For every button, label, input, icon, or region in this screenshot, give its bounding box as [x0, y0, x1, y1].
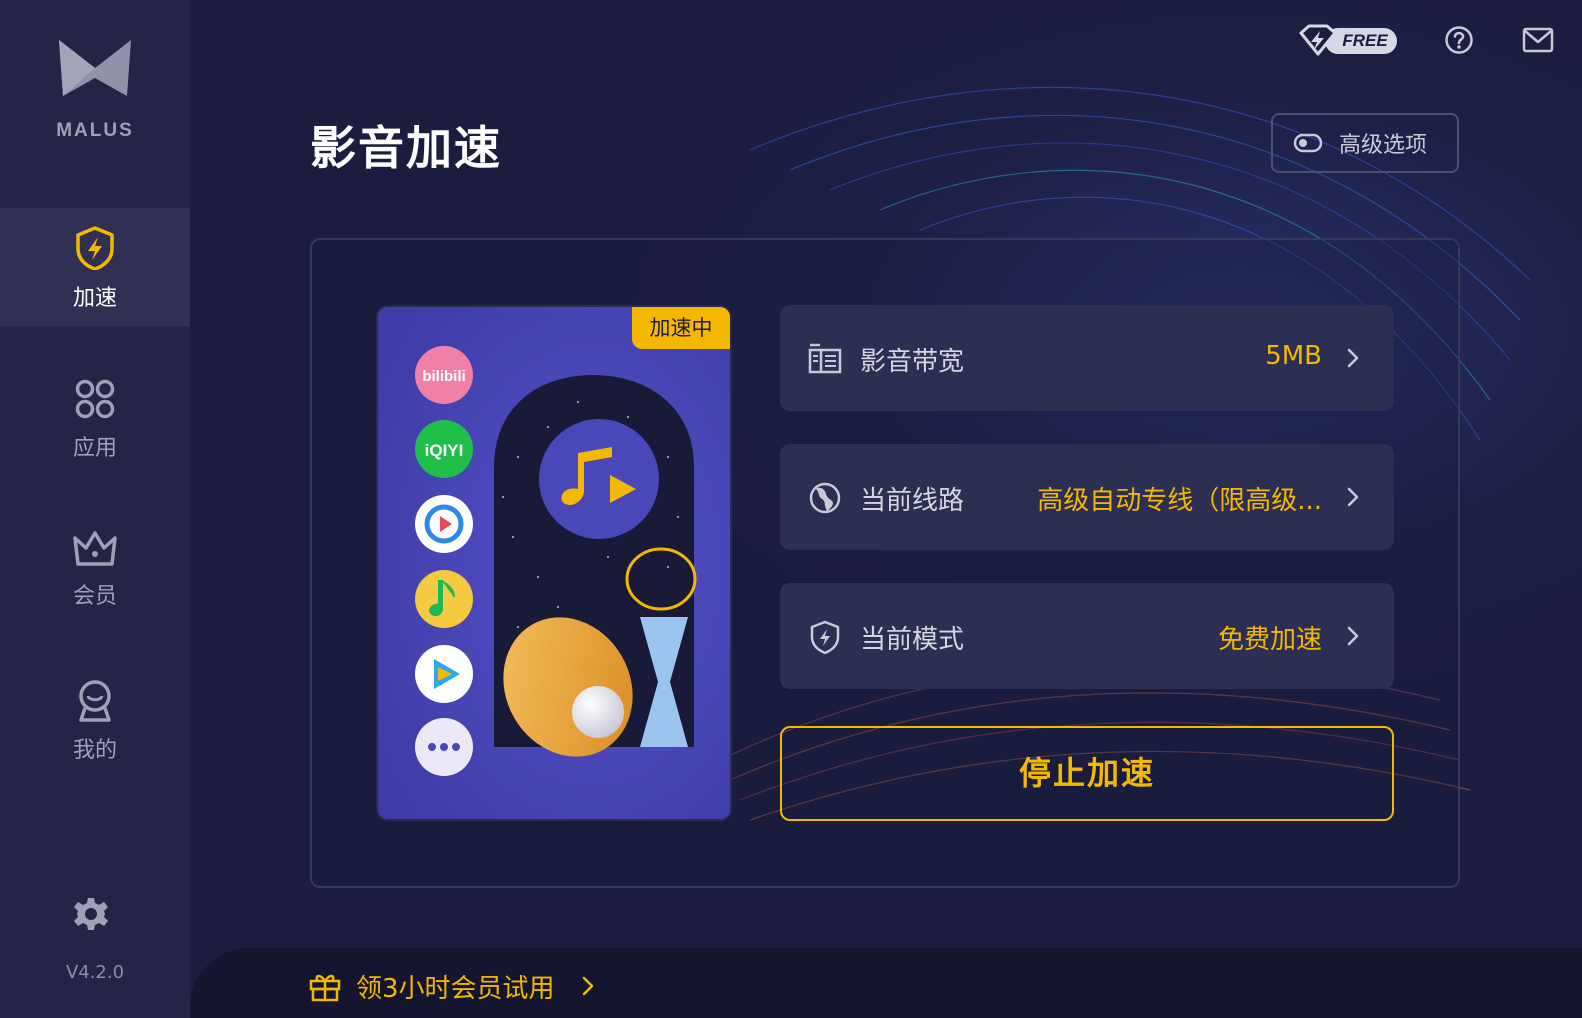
sidebar-item-label: 应用: [72, 436, 117, 461]
main-content: 影音加速 FREE 高级选项 加速中 bilibili iQIYI 影音带宽 5…: [190, 0, 1582, 1018]
sidebar-item-profile[interactable]: 我的: [0, 660, 190, 778]
globe-icon: [809, 482, 841, 514]
sidebar-item-apps[interactable]: 应用: [0, 360, 190, 478]
member-trial-link[interactable]: 领3小时会员试用: [308, 966, 595, 1006]
bilibili-icon: bilibili: [415, 346, 473, 404]
chevron-right-icon: [1347, 487, 1359, 507]
free-plan-badge[interactable]: FREE: [1297, 24, 1399, 56]
more-apps-icon: [415, 718, 473, 776]
current-mode-row[interactable]: 当前模式 免费加速: [780, 583, 1394, 689]
bandwidth-icon: [808, 343, 842, 374]
sidebar-item-accelerate[interactable]: 加速: [0, 208, 190, 326]
row-label: 当前线路: [860, 486, 965, 516]
video-player-icon: [415, 495, 473, 553]
iqiyi-icon: iQIYI: [415, 420, 473, 478]
diamond-icon: [1299, 24, 1337, 56]
chevron-right-icon: [1347, 626, 1359, 646]
malus-logo-icon: [59, 40, 131, 96]
status-badge: 加速中: [632, 307, 730, 349]
bandwidth-row[interactable]: 影音带宽 5MB: [780, 305, 1394, 411]
brand-name: MALUS: [56, 120, 134, 141]
row-label: 影音带宽: [860, 347, 965, 377]
crown-icon: [73, 531, 117, 566]
sidebar-item-label: 加速: [72, 286, 117, 311]
toggle-icon: [1293, 133, 1323, 153]
app-version: V4.2.0: [65, 962, 125, 983]
media-artwork-card: 加速中 bilibili iQIYI: [376, 305, 732, 821]
gear-icon[interactable]: [73, 896, 109, 932]
advanced-options-label: 高级选项: [1339, 133, 1428, 158]
sidebar-item-label: 我的: [72, 738, 117, 763]
current-route-row[interactable]: 当前线路 高级自动专线（限高级...: [780, 444, 1394, 550]
sidebar-item-membership[interactable]: 会员: [0, 510, 190, 628]
row-value: 免费加速: [1217, 625, 1322, 655]
qq-music-icon: [415, 570, 473, 628]
sidebar-item-label: 会员: [72, 584, 117, 609]
chevron-right-icon: [1347, 348, 1359, 368]
advanced-options-button[interactable]: 高级选项: [1271, 113, 1459, 173]
promo-text: 领3小时会员试用: [356, 973, 555, 1004]
row-value: 高级自动专线（限高级...: [1037, 486, 1322, 516]
chevron-right-icon: [582, 976, 593, 996]
shield-bolt-icon: [810, 620, 840, 654]
gift-icon: [309, 974, 341, 1002]
shield-bolt-icon: [76, 226, 114, 270]
svg-text:bilibili: bilibili: [422, 368, 465, 385]
row-label: 当前模式: [860, 625, 965, 655]
tencent-video-icon: [415, 645, 473, 703]
help-icon[interactable]: [1444, 25, 1474, 55]
row-value: 5MB: [1265, 341, 1322, 371]
svg-text:iQIYI: iQIYI: [425, 441, 464, 460]
app-logo: MALUS: [0, 38, 190, 142]
stop-acceleration-button[interactable]: 停止加速: [780, 726, 1394, 821]
apps-grid-icon: [75, 379, 115, 419]
mail-icon[interactable]: [1522, 26, 1554, 54]
sidebar: MALUS 加速 应用 会员 我的 V4.2.0: [0, 0, 190, 1018]
page-title: 影音加速: [310, 121, 502, 175]
user-icon: [79, 680, 111, 722]
